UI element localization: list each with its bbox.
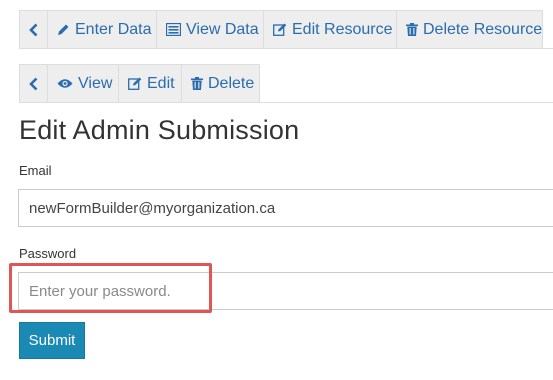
tab-delete[interactable]: Delete: [181, 64, 260, 102]
tab-enter-data-label: Enter Data: [75, 20, 152, 38]
tab-view[interactable]: View: [47, 64, 119, 102]
tab-view-data[interactable]: View Data: [156, 10, 264, 48]
email-field[interactable]: [18, 189, 553, 227]
tab-edit-label: Edit: [147, 74, 175, 92]
tab-edit-resource[interactable]: Edit Resource: [263, 10, 397, 48]
submission-tab-bar: View Edit Delete: [19, 64, 553, 103]
trash-icon: [191, 77, 203, 90]
back-button[interactable]: [19, 10, 48, 48]
tab-view-data-label: View Data: [186, 20, 259, 38]
back-button[interactable]: [19, 64, 48, 102]
pencil-icon: [58, 24, 69, 35]
tab-edit[interactable]: Edit: [118, 64, 182, 102]
chevron-left-icon: [29, 77, 38, 90]
trash-icon: [406, 23, 418, 36]
resource-tab-bar: Enter Data View Data Edit Resource Delet…: [19, 10, 553, 49]
tab-delete-resource-label: Delete Resource: [423, 20, 543, 38]
password-highlight-box: [9, 263, 212, 313]
tab-edit-resource-label: Edit Resource: [292, 20, 393, 38]
tab-delete-label: Delete: [208, 74, 255, 92]
tab-delete-resource[interactable]: Delete Resource: [396, 10, 543, 48]
edit-icon: [273, 23, 287, 36]
chevron-left-icon: [29, 23, 38, 36]
email-label: Email: [19, 163, 52, 178]
password-label: Password: [19, 246, 77, 261]
page-title: Edit Admin Submission: [19, 115, 300, 145]
eye-icon: [57, 79, 73, 88]
list-icon: [166, 23, 181, 36]
tab-view-label: View: [78, 74, 113, 92]
edit-icon: [128, 77, 142, 90]
tab-enter-data[interactable]: Enter Data: [47, 10, 157, 48]
submit-button[interactable]: Submit: [19, 322, 85, 359]
